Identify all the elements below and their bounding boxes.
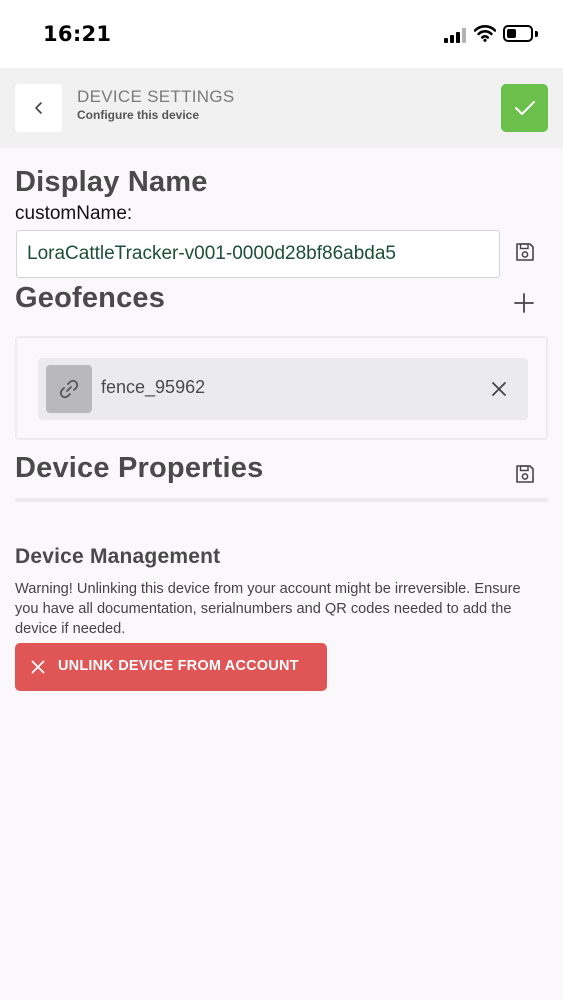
chevron-left-icon	[34, 102, 42, 114]
battery-cap	[535, 31, 538, 37]
remove-geofence-button[interactable]	[486, 376, 512, 402]
properties-divider	[15, 498, 548, 502]
save-icon	[516, 243, 534, 261]
battery-icon	[503, 25, 533, 42]
cellular-signal-icon	[444, 28, 466, 43]
close-icon	[492, 382, 506, 396]
unlink-device-label: UNLINK DEVICE FROM ACCOUNT	[58, 658, 299, 674]
page-title: DEVICE SETTINGS	[77, 87, 235, 106]
fence-link-button[interactable]	[46, 365, 92, 413]
display-name-title: Display Name	[15, 166, 208, 198]
confirm-button[interactable]	[501, 84, 548, 132]
status-time: 16:21	[43, 22, 112, 46]
device-properties-title: Device Properties	[15, 452, 264, 484]
back-button[interactable]	[15, 84, 62, 132]
link-icon	[59, 379, 79, 399]
geofence-list: fence_95962	[15, 336, 548, 440]
page-header: DEVICE SETTINGS Configure this device	[0, 68, 563, 148]
unlink-device-button[interactable]: UNLINK DEVICE FROM ACCOUNT	[15, 643, 327, 691]
device-management-title: Device Management	[15, 545, 221, 568]
status-bar: 16:21	[0, 0, 563, 68]
unlink-warning-text: Warning! Unlinking this device from your…	[15, 581, 521, 637]
plus-icon	[514, 293, 534, 313]
close-icon	[31, 660, 45, 674]
geofence-name: fence_95962	[101, 377, 206, 397]
add-geofence-button[interactable]	[511, 290, 537, 316]
custom-name-label: customName:	[15, 203, 133, 224]
check-icon	[514, 101, 535, 115]
save-properties-button[interactable]	[512, 461, 538, 487]
geofence-item[interactable]: fence_95962	[38, 358, 528, 420]
save-name-button[interactable]	[512, 239, 538, 265]
page-subtitle: Configure this device	[77, 108, 200, 122]
geofences-title: Geofences	[15, 282, 166, 314]
save-icon	[516, 465, 534, 483]
wifi-icon	[474, 25, 496, 42]
custom-name-input[interactable]	[16, 230, 500, 278]
